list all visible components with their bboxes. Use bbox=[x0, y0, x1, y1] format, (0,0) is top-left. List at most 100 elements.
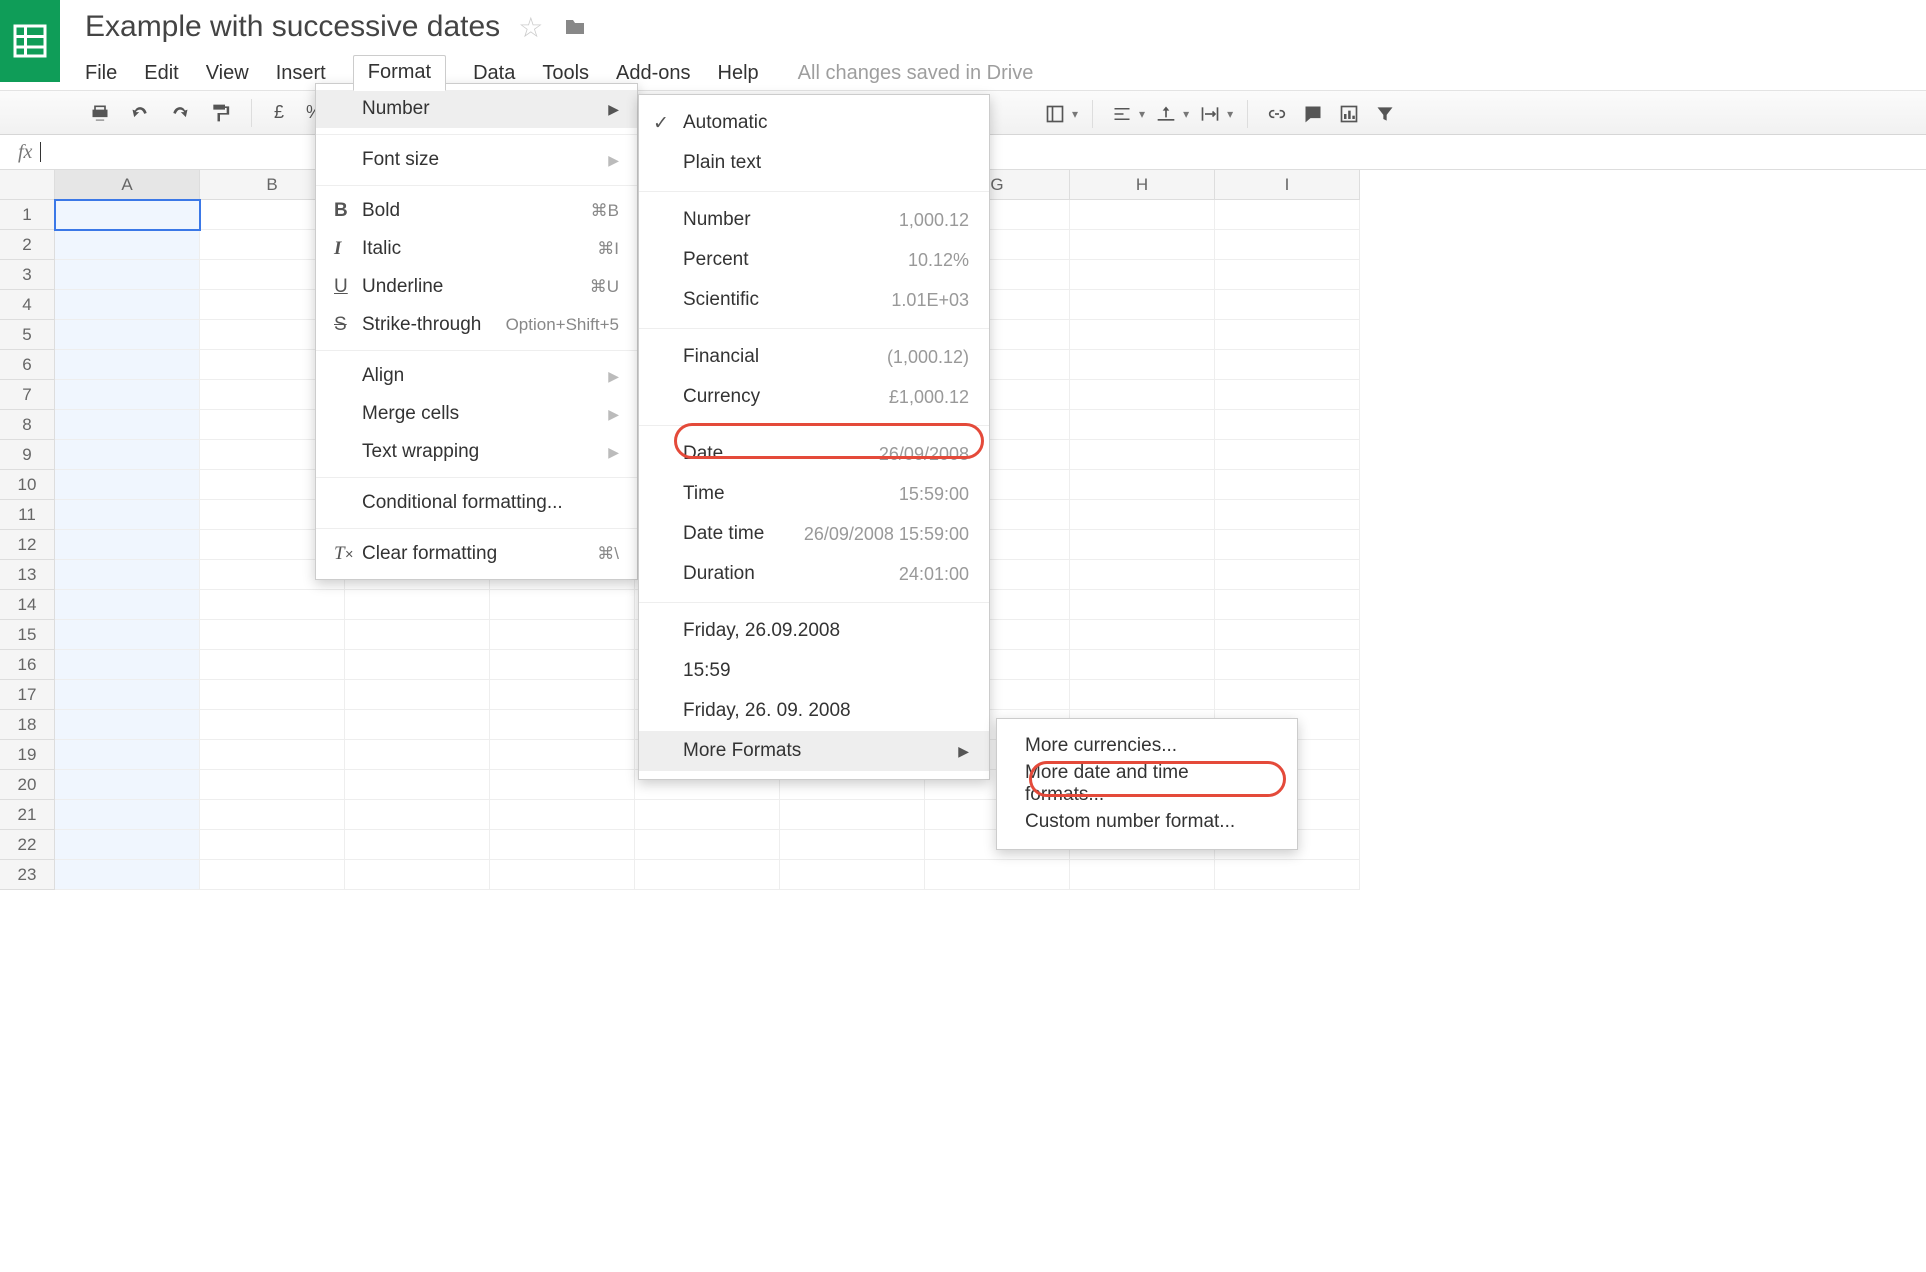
number-number[interactable]: Number 1,000.12 bbox=[639, 200, 989, 240]
cell[interactable] bbox=[1215, 320, 1360, 350]
cell[interactable] bbox=[1215, 440, 1360, 470]
row-header[interactable]: 8 bbox=[0, 410, 55, 440]
cell[interactable] bbox=[1215, 230, 1360, 260]
cell[interactable] bbox=[345, 710, 490, 740]
cell[interactable] bbox=[1070, 620, 1215, 650]
filter-button[interactable] bbox=[1370, 99, 1400, 129]
row-header[interactable]: 3 bbox=[0, 260, 55, 290]
cell[interactable] bbox=[1070, 350, 1215, 380]
more-currencies[interactable]: More currencies... bbox=[997, 727, 1297, 765]
cell[interactable] bbox=[635, 800, 780, 830]
cell[interactable] bbox=[200, 590, 345, 620]
cell[interactable] bbox=[55, 650, 200, 680]
cell[interactable] bbox=[1070, 590, 1215, 620]
cell[interactable] bbox=[1070, 230, 1215, 260]
cell[interactable] bbox=[55, 680, 200, 710]
number-scientific[interactable]: Scientific 1.01E+03 bbox=[639, 280, 989, 320]
align-h-button[interactable] bbox=[1107, 99, 1137, 129]
number-automatic[interactable]: ✓ Automatic bbox=[639, 103, 989, 143]
currency-button[interactable]: £ bbox=[268, 102, 290, 123]
custom-number-format[interactable]: Custom number format... bbox=[997, 803, 1297, 841]
cell[interactable] bbox=[1070, 860, 1215, 890]
row-header[interactable]: 23 bbox=[0, 860, 55, 890]
row-header[interactable]: 20 bbox=[0, 770, 55, 800]
cell[interactable] bbox=[345, 800, 490, 830]
cell[interactable] bbox=[55, 230, 200, 260]
menu-format[interactable]: Format bbox=[353, 55, 446, 91]
format-wrap[interactable]: Text wrapping▶ bbox=[316, 433, 637, 471]
cell[interactable] bbox=[55, 380, 200, 410]
cell[interactable] bbox=[200, 800, 345, 830]
format-italic[interactable]: IItalic⌘I bbox=[316, 230, 637, 268]
cell[interactable] bbox=[55, 410, 200, 440]
format-font-size[interactable]: Font size▶ bbox=[316, 141, 637, 179]
number-financial[interactable]: Financial (1,000.12) bbox=[639, 337, 989, 377]
row-header[interactable]: 16 bbox=[0, 650, 55, 680]
cell[interactable] bbox=[1215, 590, 1360, 620]
menu-edit[interactable]: Edit bbox=[144, 62, 178, 85]
doc-title[interactable]: Example with successive dates bbox=[85, 10, 500, 44]
cell[interactable] bbox=[1215, 620, 1360, 650]
cell[interactable] bbox=[55, 530, 200, 560]
cell[interactable] bbox=[55, 800, 200, 830]
more-date-time-formats[interactable]: More date and time formats... bbox=[997, 765, 1297, 803]
cell[interactable] bbox=[635, 830, 780, 860]
cell[interactable] bbox=[490, 860, 635, 890]
cell[interactable] bbox=[1070, 440, 1215, 470]
cell[interactable] bbox=[1215, 680, 1360, 710]
row-header[interactable]: 12 bbox=[0, 530, 55, 560]
number-currency[interactable]: Currency £1,000.12 bbox=[639, 377, 989, 417]
cell[interactable] bbox=[55, 260, 200, 290]
cell[interactable] bbox=[1215, 260, 1360, 290]
cell[interactable] bbox=[55, 320, 200, 350]
cell[interactable] bbox=[55, 440, 200, 470]
menu-file[interactable]: File bbox=[85, 62, 117, 85]
cell[interactable] bbox=[490, 680, 635, 710]
cell[interactable] bbox=[1215, 650, 1360, 680]
cell[interactable] bbox=[1070, 410, 1215, 440]
align-v-button[interactable] bbox=[1151, 99, 1181, 129]
cell[interactable] bbox=[635, 860, 780, 890]
number-datetime[interactable]: Date time 26/09/2008 15:59:00 bbox=[639, 514, 989, 554]
cell[interactable] bbox=[55, 290, 200, 320]
column-header[interactable]: A bbox=[55, 170, 200, 200]
column-header[interactable]: H bbox=[1070, 170, 1215, 200]
format-bold[interactable]: BBold⌘B bbox=[316, 192, 637, 230]
cell[interactable] bbox=[1215, 860, 1360, 890]
cell[interactable] bbox=[55, 740, 200, 770]
row-header[interactable]: 15 bbox=[0, 620, 55, 650]
menu-view[interactable]: View bbox=[206, 62, 249, 85]
cell[interactable] bbox=[1070, 380, 1215, 410]
menu-addons[interactable]: Add-ons bbox=[616, 62, 691, 85]
cell[interactable] bbox=[1215, 380, 1360, 410]
cell[interactable] bbox=[490, 740, 635, 770]
row-header[interactable]: 21 bbox=[0, 800, 55, 830]
folder-icon[interactable] bbox=[561, 15, 589, 39]
cell[interactable] bbox=[200, 740, 345, 770]
cell[interactable] bbox=[490, 800, 635, 830]
cell[interactable] bbox=[1215, 470, 1360, 500]
cell[interactable] bbox=[1070, 500, 1215, 530]
cell[interactable] bbox=[200, 710, 345, 740]
menu-tools[interactable]: Tools bbox=[542, 62, 589, 85]
cell[interactable] bbox=[1215, 560, 1360, 590]
number-duration[interactable]: Duration 24:01:00 bbox=[639, 554, 989, 594]
row-header[interactable]: 22 bbox=[0, 830, 55, 860]
cell-options-button[interactable] bbox=[1040, 99, 1070, 129]
number-time[interactable]: Time 15:59:00 bbox=[639, 474, 989, 514]
star-icon[interactable]: ☆ bbox=[518, 11, 543, 44]
row-header[interactable]: 11 bbox=[0, 500, 55, 530]
row-header[interactable]: 4 bbox=[0, 290, 55, 320]
cell[interactable] bbox=[200, 620, 345, 650]
row-header[interactable]: 14 bbox=[0, 590, 55, 620]
sheets-logo[interactable] bbox=[0, 0, 60, 82]
number-date[interactable]: Date 26/09/2008 bbox=[639, 434, 989, 474]
insert-link-button[interactable] bbox=[1262, 99, 1292, 129]
cell[interactable] bbox=[55, 350, 200, 380]
cell[interactable] bbox=[925, 860, 1070, 890]
cell[interactable] bbox=[55, 770, 200, 800]
text-wrap-button[interactable] bbox=[1195, 99, 1225, 129]
row-header[interactable]: 10 bbox=[0, 470, 55, 500]
cell[interactable] bbox=[345, 860, 490, 890]
cell[interactable] bbox=[1070, 260, 1215, 290]
